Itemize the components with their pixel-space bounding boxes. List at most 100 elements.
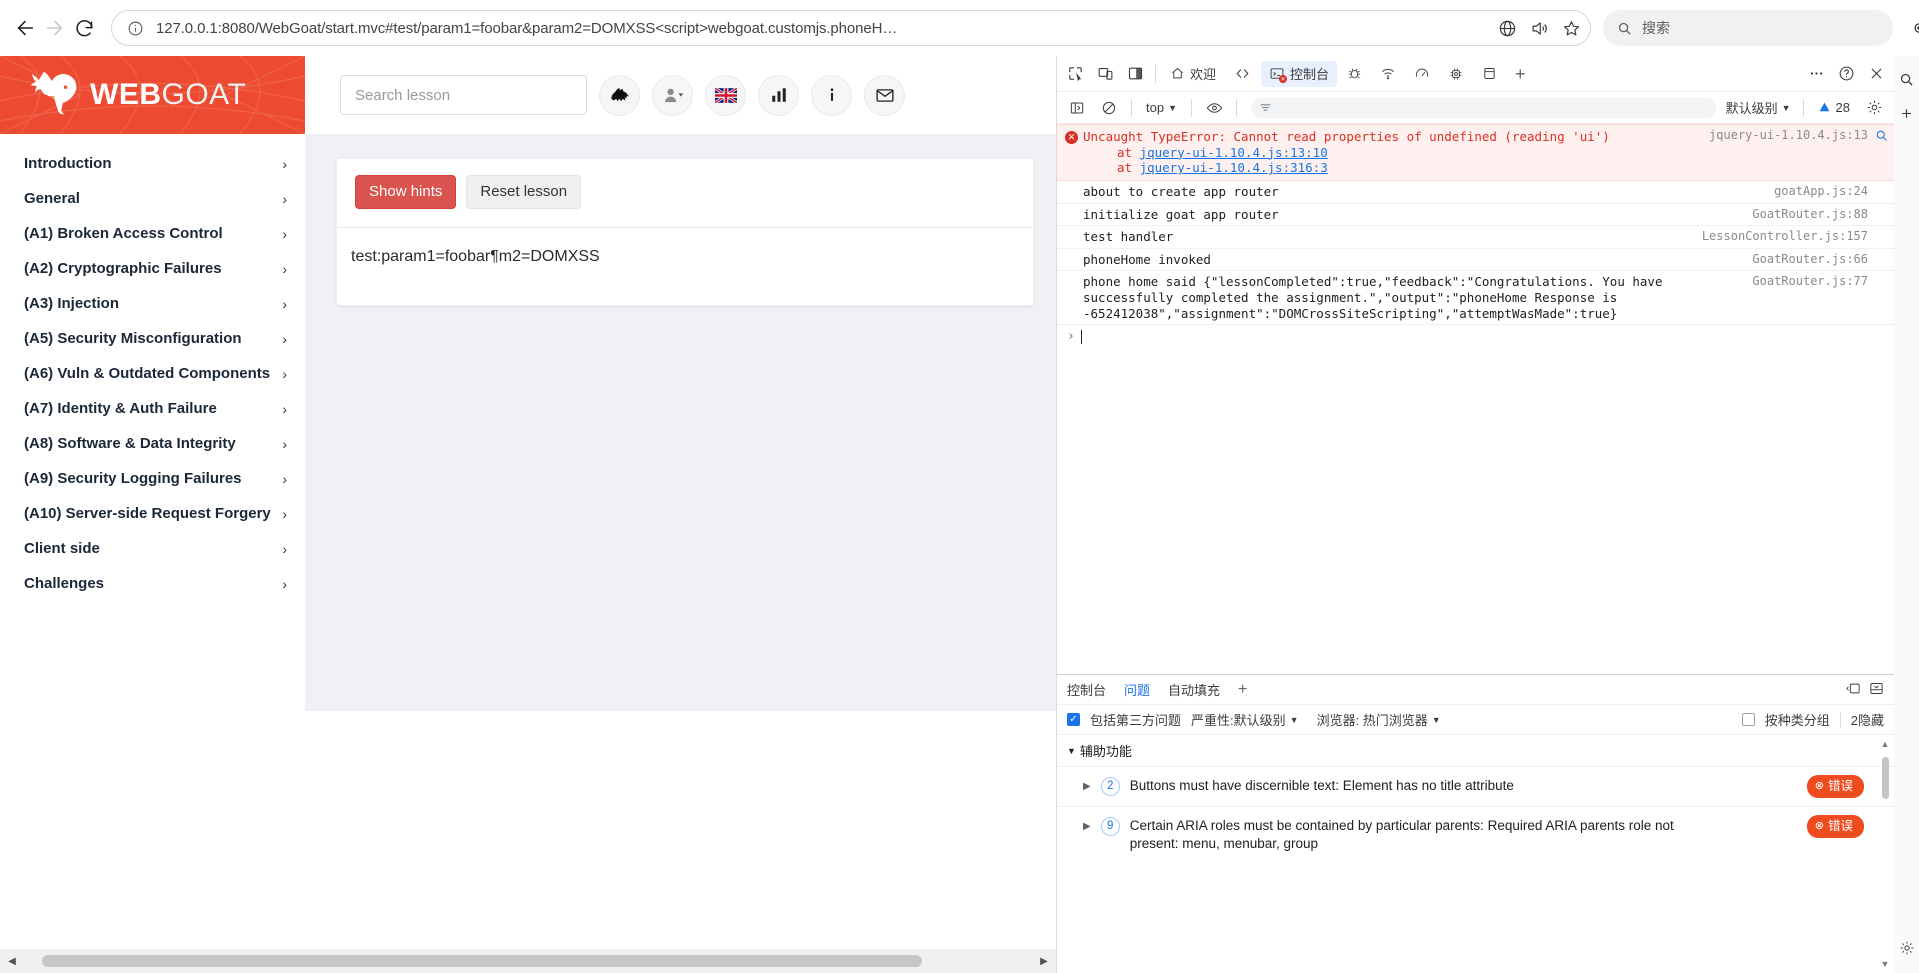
console-prompt[interactable]: › [1057, 325, 1894, 348]
search-icon[interactable] [1875, 129, 1888, 146]
scroll-left-arrow[interactable]: ◀ [0, 949, 24, 973]
dock-side-icon[interactable] [1121, 60, 1149, 88]
reset-lesson-button[interactable]: Reset lesson [466, 175, 582, 209]
console-filter-input[interactable] [1251, 97, 1716, 118]
sidebar-item-introduction[interactable]: Introduction › [0, 146, 305, 181]
sidebar-item-a5-security-misconfiguration[interactable]: (A5) Security Misconfiguration › [0, 321, 305, 356]
sidebar-search-icon[interactable] [1894, 62, 1919, 96]
sidebar-item-a2-cryptographic-failures[interactable]: (A2) Cryptographic Failures › [0, 251, 305, 286]
issues-count-badge[interactable]: 28 [1812, 100, 1856, 115]
inspect-icon[interactable] [1061, 60, 1089, 88]
scroll-thumb[interactable] [42, 955, 922, 967]
forward-button[interactable] [44, 8, 66, 48]
tab-console[interactable]: ✕ 控制台 [1261, 60, 1338, 87]
tab-performance[interactable] [1406, 61, 1438, 87]
scroll-track[interactable] [24, 949, 1032, 973]
console-message-error[interactable]: ✕ jquery-ui-1.10.4.js:13 Uncaught TypeEr… [1057, 124, 1894, 181]
copilot-icon[interactable] [1903, 10, 1919, 46]
console-message-source[interactable]: goatApp.js:24 [1774, 184, 1868, 199]
back-button[interactable] [14, 8, 36, 48]
sidebar-item-general[interactable]: General › [0, 181, 305, 216]
sidebar-item-a1-broken-access-control[interactable]: (A1) Broken Access Control › [0, 216, 305, 251]
scroll-down-arrow[interactable]: ▼ [1880, 959, 1890, 969]
issues-scrollbar[interactable]: ▲ ▼ [1880, 739, 1890, 969]
dock-drawer-icon[interactable] [1846, 681, 1861, 699]
sidebar-add-icon[interactable] [1894, 96, 1919, 130]
scroll-thumb[interactable] [1882, 757, 1889, 799]
group-by-kind-checkbox[interactable] [1741, 713, 1755, 726]
tab-application[interactable] [1474, 61, 1505, 87]
drawer-tab-console[interactable]: 控制台 [1067, 680, 1106, 699]
sidebar-item-a9-security-logging-failures[interactable]: (A9) Security Logging Failures › [0, 461, 305, 496]
tab-sources[interactable] [1339, 61, 1370, 87]
issue-severity-badge[interactable]: ⊗ 错误 [1806, 775, 1864, 798]
console-message-source[interactable]: GoatRouter.js:77 [1752, 274, 1868, 289]
sidebar-item-a10-server-side-request-forgery[interactable]: (A10) Server-side Request Forgery › [0, 496, 305, 531]
add-tab-button[interactable]: + [1507, 61, 1534, 87]
issue-severity-badge[interactable]: ⊗ 错误 [1806, 815, 1864, 838]
address-bar[interactable]: 127.0.0.1:8080/WebGoat/start.mvc#test/pa… [111, 10, 1591, 46]
report-card-button[interactable] [758, 74, 799, 116]
star-icon[interactable] [1556, 13, 1586, 43]
close-icon[interactable] [1862, 60, 1890, 88]
more-tools-icon[interactable] [1802, 60, 1830, 88]
console-message-source[interactable]: jquery-ui-1.10.4.js:13 [1709, 128, 1868, 143]
sidebar-item-a8-software-data-integrity[interactable]: (A8) Software & Data Integrity › [0, 426, 305, 461]
sidebar-item-challenges[interactable]: Challenges › [0, 566, 305, 601]
console-level-selector[interactable]: 默认级别 ▼ [1726, 98, 1795, 117]
drawer-add-tab-button[interactable]: + [1238, 681, 1247, 699]
sidebar-settings-icon[interactable] [1894, 931, 1919, 965]
live-expression-icon[interactable] [1200, 94, 1228, 122]
page-horizontal-scrollbar[interactable]: ◀ ▶ [0, 949, 1056, 973]
console-message-log[interactable]: GoatRouter.js:77 phone home said {"lesso… [1057, 271, 1894, 326]
search-lesson-input[interactable]: Search lesson [340, 75, 587, 115]
issue-group-accessibility[interactable]: ▼ 辅助功能 [1057, 735, 1894, 766]
scroll-up-arrow[interactable]: ▲ [1880, 739, 1890, 749]
lesson-progress-button[interactable] [599, 74, 640, 116]
translate-icon[interactable] [1492, 13, 1522, 43]
search-bar[interactable]: 搜索 [1603, 10, 1893, 46]
console-message-log[interactable]: GoatRouter.js:88 initialize goat app rou… [1057, 204, 1894, 227]
stack-link[interactable]: jquery-ui-1.10.4.js:13:10 [1140, 145, 1328, 160]
sidebar-item-client-side[interactable]: Client side › [0, 531, 305, 566]
console-message-source[interactable]: LessonController.js:157 [1702, 229, 1868, 244]
issue-row[interactable]: ▶ 9 Certain ARIA roles must be contained… [1057, 806, 1894, 863]
language-selector-button[interactable] [705, 74, 746, 116]
show-hints-button[interactable]: Show hints [355, 175, 457, 209]
tab-elements[interactable] [1226, 61, 1259, 87]
console-message-log[interactable]: GoatRouter.js:66 phoneHome invoked [1057, 249, 1894, 272]
tab-welcome[interactable]: 欢迎 [1162, 61, 1224, 87]
read-aloud-icon[interactable] [1524, 13, 1554, 43]
console-settings-icon[interactable] [1860, 94, 1888, 122]
move-to-bottom-icon[interactable] [1869, 681, 1884, 699]
console-message-source[interactable]: GoatRouter.js:66 [1752, 252, 1868, 267]
help-icon[interactable] [1832, 60, 1860, 88]
stack-link[interactable]: jquery-ui-1.10.4.js:316:3 [1140, 160, 1328, 175]
about-button[interactable] [811, 74, 852, 116]
hidden-issues-label[interactable]: 2隐藏 [1851, 710, 1884, 729]
sidebar-item-a7-identity-auth-failure[interactable]: (A7) Identity & Auth Failure › [0, 391, 305, 426]
user-menu-button[interactable] [652, 74, 693, 116]
include-third-party-checkbox[interactable]: ✓ [1067, 713, 1080, 726]
console-message-log[interactable]: LessonController.js:157 test handler [1057, 226, 1894, 249]
severity-filter[interactable]: 严重性:默认级别 ▼ [1191, 710, 1299, 729]
contact-button[interactable] [864, 74, 905, 116]
tab-network[interactable] [1372, 61, 1404, 87]
sidebar-item-a6-vuln-outdated-components[interactable]: (A6) Vuln & Outdated Components › [0, 356, 305, 391]
console-message-log[interactable]: goatApp.js:24 about to create app router [1057, 181, 1894, 204]
sidebar-item-a3-injection[interactable]: (A3) Injection › [0, 286, 305, 321]
drawer-tab-issues[interactable]: 问题 [1124, 680, 1150, 699]
tab-memory[interactable] [1440, 61, 1472, 87]
clear-console-icon[interactable] [1095, 94, 1123, 122]
execution-context-selector[interactable]: top ▼ [1140, 100, 1183, 115]
device-toolbar-icon[interactable] [1091, 60, 1119, 88]
browser-filter[interactable]: 浏览器: 热门浏览器 ▼ [1317, 710, 1441, 729]
webgoat-logo[interactable]: WEBGOAT [0, 56, 305, 134]
console-sidebar-icon[interactable] [1063, 94, 1091, 122]
triangle-right-icon[interactable]: ▶ [1083, 780, 1091, 794]
triangle-right-icon[interactable]: ▶ [1083, 820, 1091, 834]
refresh-button[interactable] [74, 8, 95, 48]
scroll-right-arrow[interactable]: ▶ [1032, 949, 1056, 973]
console-message-source[interactable]: GoatRouter.js:88 [1752, 207, 1868, 222]
drawer-tab-autofill[interactable]: 自动填充 [1168, 680, 1220, 699]
